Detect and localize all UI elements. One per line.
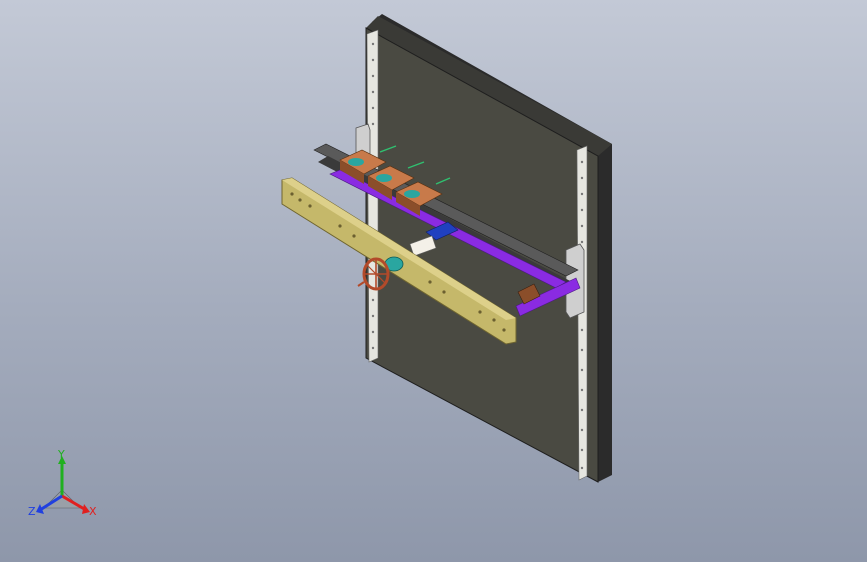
axis-label-z: Z bbox=[28, 505, 36, 518]
axis-label-y: Y bbox=[57, 448, 65, 461]
axis-triad: Y X Z bbox=[28, 448, 97, 518]
axis-label-x: X bbox=[89, 505, 97, 518]
cad-viewport[interactable]: Y X Z bbox=[0, 0, 867, 562]
